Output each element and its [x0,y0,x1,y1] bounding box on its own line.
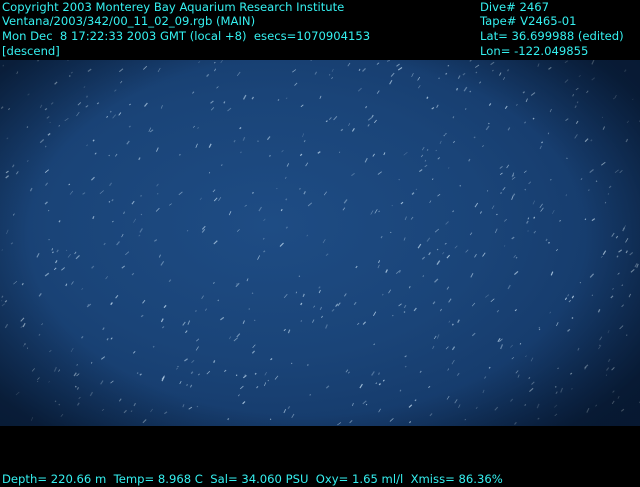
footer-overlay: Depth= 220.66 m Temp= 8.968 C Sal= 34.06… [0,426,640,486]
mode-text: [descend] [2,44,60,59]
telemetry-text: Depth= 220.66 m Temp= 8.968 C Sal= 34.06… [2,472,503,487]
copyright-text: Copyright 2003 Monterey Bay Aquarium Res… [2,0,344,15]
dive-number-text: Dive# 2467 [480,0,549,15]
underwater-scene [0,60,640,426]
file-path-text: Ventana/2003/342/00_11_02_09.rgb (MAIN) [2,14,255,29]
longitude-text: Lon= -122.049855 [480,44,588,59]
latitude-text: Lat= 36.699988 (edited) [480,29,624,44]
datetime-text: Mon Dec 8 17:22:33 2003 GMT (local +8) e… [2,29,370,44]
lens-vignette [0,60,640,426]
tape-number-text: Tape# V2465-01 [480,14,577,29]
header-overlay: Copyright 2003 Monterey Bay Aquarium Res… [0,0,640,60]
